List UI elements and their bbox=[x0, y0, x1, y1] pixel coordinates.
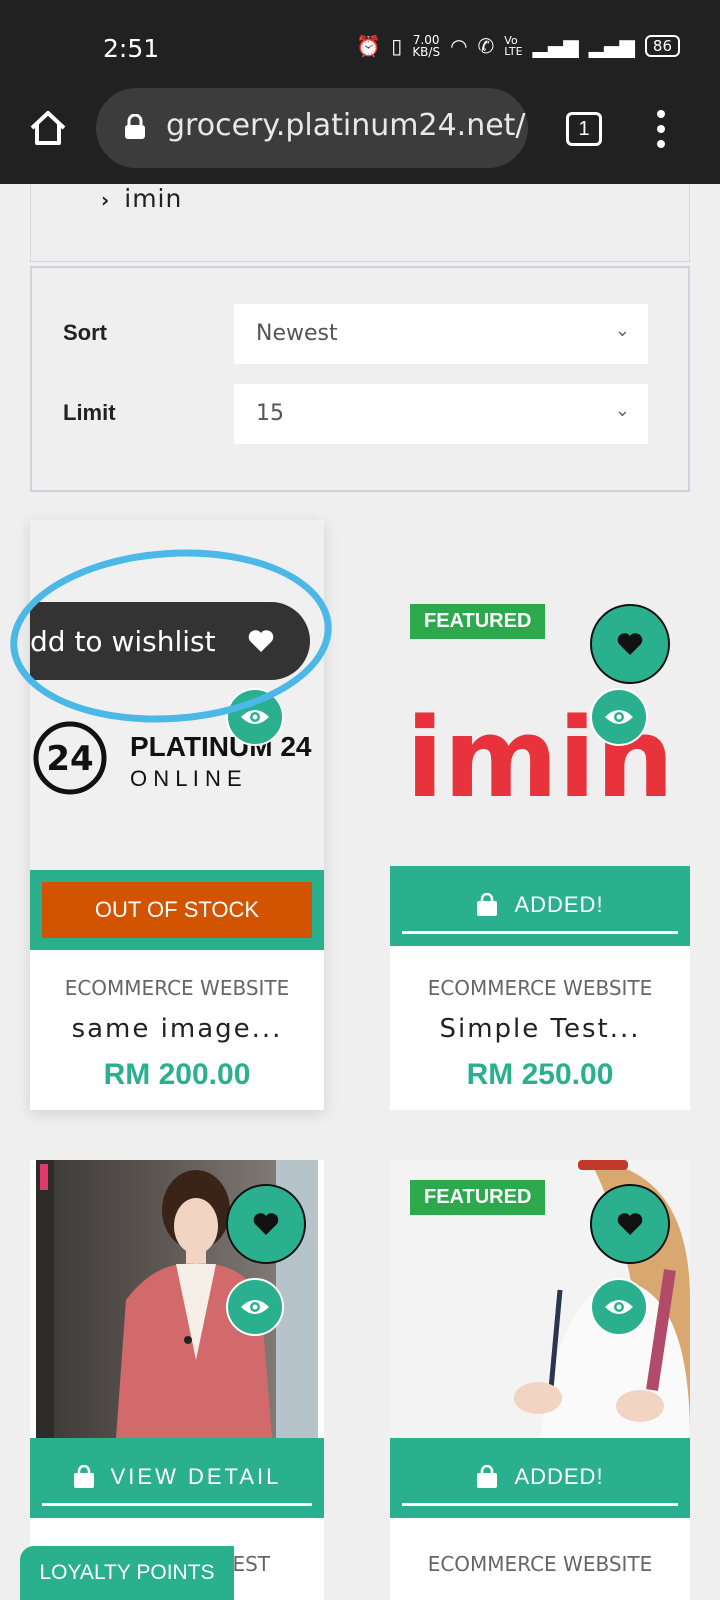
add-to-cart-bar[interactable]: ADDED! bbox=[390, 866, 690, 946]
browser-toolbar: grocery.platinum24.net/ 1 bbox=[0, 88, 720, 184]
chevron-down-icon: ⌄ bbox=[614, 320, 630, 340]
product-category[interactable]: ECOMMERCE WEBSITE bbox=[30, 976, 324, 1000]
product-name[interactable]: same image... bbox=[30, 1014, 324, 1044]
signal-icon-2: ▂▄▆ bbox=[588, 34, 635, 58]
svg-text:PLATINUM 24: PLATINUM 24 bbox=[130, 731, 312, 762]
home-icon[interactable] bbox=[28, 108, 68, 148]
eye-icon bbox=[241, 1300, 269, 1314]
eye-icon bbox=[241, 710, 269, 724]
address-bar[interactable]: grocery.platinum24.net/ bbox=[96, 88, 528, 168]
wifi-icon: ◠ bbox=[450, 34, 468, 58]
volte-icon: Vo LTE bbox=[504, 34, 523, 58]
product-price: RM 200.00 bbox=[103, 1058, 251, 1091]
added-label: ADDED! bbox=[514, 1463, 604, 1489]
signal-icon-1: ▂▄▆ bbox=[532, 34, 579, 58]
status-icons: ⏰ ▯ 7.00 KB/S ◠ ✆ Vo LTE ▂▄▆ ▂▄▆ 86 bbox=[356, 34, 680, 58]
category-list: › imin bbox=[30, 184, 690, 262]
alarm-icon: ⏰ bbox=[356, 34, 382, 58]
shopping-bag-icon bbox=[73, 1464, 94, 1488]
add-to-cart-bar[interactable]: ADDED! bbox=[390, 1438, 690, 1518]
status-bar: 2:51 ⏰ ▯ 7.00 KB/S ◠ ✆ Vo LTE ▂▄▆ ▂▄▆ 86 bbox=[0, 0, 720, 90]
product-card[interactable]: VIEW DETAIL EST bbox=[30, 1160, 324, 1600]
wishlist-button[interactable] bbox=[590, 604, 670, 684]
stock-bar: OUT OF STOCK bbox=[30, 870, 324, 950]
wishlist-button[interactable] bbox=[226, 1184, 306, 1264]
clock: 2:51 bbox=[103, 34, 160, 63]
chevron-right-icon: › bbox=[101, 188, 111, 212]
view-detail-label: VIEW DETAIL bbox=[110, 1463, 282, 1489]
svg-text:O N L I N E: O N L I N E bbox=[130, 766, 242, 791]
vibrate-icon: ▯ bbox=[391, 34, 403, 58]
heart-icon bbox=[617, 1213, 643, 1235]
url-text: grocery.platinum24.net/ bbox=[166, 108, 526, 143]
product-price: RM 250.00 bbox=[466, 1058, 614, 1091]
limit-label: Limit bbox=[63, 400, 116, 425]
battery-icon: 86 bbox=[644, 35, 680, 57]
featured-badge: FEATURED bbox=[410, 604, 546, 639]
quick-view-button[interactable] bbox=[226, 1278, 284, 1336]
product-name[interactable]: Simple Test... bbox=[390, 1014, 690, 1044]
view-detail-bar[interactable]: VIEW DETAIL bbox=[30, 1438, 324, 1518]
tabs-button[interactable]: 1 bbox=[566, 112, 602, 146]
shopping-bag-icon bbox=[477, 892, 498, 916]
network-speed: 7.00 KB/S bbox=[412, 33, 441, 59]
sort-value: Newest bbox=[256, 321, 338, 346]
sort-select[interactable]: Newest ⌄ bbox=[234, 304, 648, 364]
category-item-imin[interactable]: › imin bbox=[101, 184, 182, 213]
product-category[interactable]: ECOMMERCE WEBSITE bbox=[390, 976, 690, 1000]
filter-panel: Sort Newest ⌄ Limit 15 ⌄ bbox=[30, 266, 690, 492]
heart-icon bbox=[253, 1213, 279, 1235]
sort-label: Sort bbox=[63, 320, 107, 345]
limit-select[interactable]: 15 ⌄ bbox=[234, 384, 648, 444]
heart-icon bbox=[617, 633, 643, 655]
product-category[interactable]: ECOMMERCE WEBSITE bbox=[390, 1552, 690, 1576]
shopping-bag-icon bbox=[477, 1464, 498, 1488]
product-card[interactable]: FEATURED ADDED! ECOMMERCE WEBSITE bbox=[390, 1160, 690, 1600]
product-card[interactable]: imin FEATURED ADDED! ECOMMERCE WEBSITE S… bbox=[390, 520, 690, 1110]
wishlist-button[interactable] bbox=[590, 1184, 670, 1264]
eye-icon bbox=[605, 710, 633, 724]
lock-icon bbox=[125, 114, 145, 139]
added-label: ADDED! bbox=[514, 891, 604, 917]
limit-value: 15 bbox=[256, 401, 284, 426]
chevron-down-icon: ⌄ bbox=[614, 400, 630, 420]
quick-view-button[interactable] bbox=[590, 1278, 648, 1336]
out-of-stock-button[interactable]: OUT OF STOCK bbox=[42, 882, 312, 938]
loyalty-points-button[interactable]: LOYALTY POINTS bbox=[20, 1546, 234, 1600]
call-icon: ✆ bbox=[477, 34, 495, 58]
quick-view-button[interactable] bbox=[590, 688, 648, 746]
featured-badge: FEATURED bbox=[410, 1180, 546, 1215]
eye-icon bbox=[605, 1300, 633, 1314]
more-menu-icon[interactable] bbox=[656, 110, 666, 148]
svg-text:24: 24 bbox=[46, 739, 93, 779]
product-image[interactable]: imin bbox=[390, 520, 690, 866]
